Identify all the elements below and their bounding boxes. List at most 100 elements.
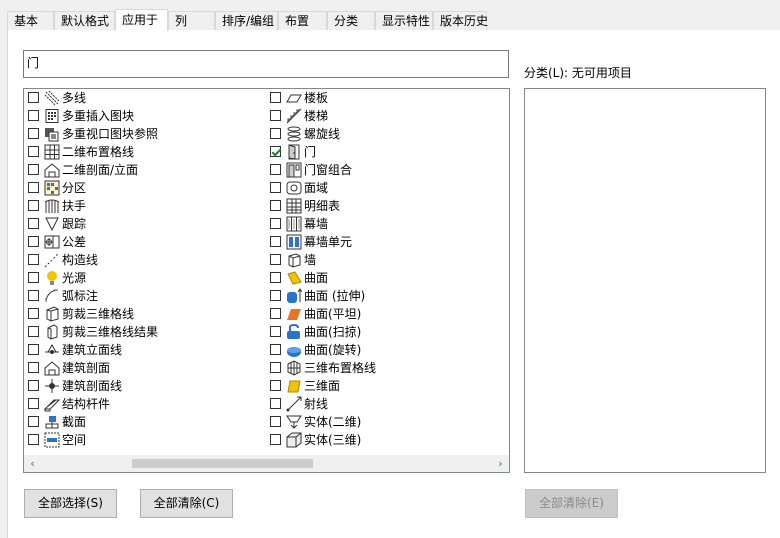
object-filter-input[interactable]: 门 <box>23 50 509 78</box>
object-type-checkbox[interactable] <box>28 398 39 409</box>
tab-default-format[interactable]: 默认格式 <box>54 11 115 30</box>
object-type-row[interactable]: 跟踪 <box>24 215 264 233</box>
object-type-checkbox[interactable] <box>270 272 281 283</box>
object-type-checkbox[interactable] <box>270 164 281 175</box>
object-type-row[interactable]: 构造线 <box>24 251 264 269</box>
object-type-row[interactable]: 结构杆件 <box>24 395 264 413</box>
horizontal-scrollbar[interactable]: ‹ › <box>24 455 509 472</box>
object-type-row[interactable]: 墙 <box>266 251 506 269</box>
clear-all-button[interactable]: 全部清除(C) <box>140 489 233 518</box>
object-type-row[interactable]: 门 <box>266 143 506 161</box>
tab-version-history[interactable]: 版本历史 <box>433 11 488 30</box>
object-type-checkbox[interactable] <box>28 290 39 301</box>
scroll-right-icon[interactable]: › <box>492 455 509 472</box>
tab-columns[interactable]: 列 <box>168 11 215 30</box>
object-type-checkbox[interactable] <box>270 236 281 247</box>
object-type-row[interactable]: 幕墙 <box>266 215 506 233</box>
tab-display-properties[interactable]: 显示特性 <box>375 11 433 30</box>
classification-list[interactable] <box>524 88 766 473</box>
tab-classification[interactable]: 分类 <box>327 11 375 30</box>
object-type-checkbox[interactable] <box>270 92 281 103</box>
object-type-row[interactable]: 空间 <box>24 431 264 449</box>
object-type-checkbox[interactable] <box>28 380 39 391</box>
object-type-row[interactable]: 二维布置格线 <box>24 143 264 161</box>
object-type-checkbox[interactable] <box>270 218 281 229</box>
object-type-checkbox[interactable] <box>270 308 281 319</box>
object-type-row[interactable]: 楼板 <box>266 89 506 107</box>
object-type-checkbox[interactable] <box>28 92 39 103</box>
object-type-row[interactable]: 建筑剖面 <box>24 359 264 377</box>
object-type-checkbox[interactable] <box>28 254 39 265</box>
object-type-checkbox[interactable] <box>270 200 281 211</box>
object-type-checkbox[interactable] <box>28 236 39 247</box>
object-type-row[interactable]: 扶手 <box>24 197 264 215</box>
object-type-checkbox[interactable] <box>28 362 39 373</box>
object-type-checkbox[interactable] <box>28 326 39 337</box>
tolerance-icon <box>44 234 60 250</box>
tab-layout[interactable]: 布置 <box>278 11 327 30</box>
object-type-row[interactable]: 幕墙单元 <box>266 233 506 251</box>
object-type-checkbox[interactable] <box>270 326 281 337</box>
object-type-row[interactable]: 建筑立面线 <box>24 341 264 359</box>
object-type-checkbox[interactable] <box>270 362 281 373</box>
object-type-checkbox[interactable] <box>270 380 281 391</box>
object-type-checkbox[interactable] <box>28 200 39 211</box>
object-type-row[interactable]: 剪裁三维格线结果 <box>24 323 264 341</box>
object-type-row[interactable]: 门窗组合 <box>266 161 506 179</box>
object-type-row[interactable]: 螺旋线 <box>266 125 506 143</box>
object-type-row[interactable]: 多线 <box>24 89 264 107</box>
object-type-checkbox[interactable] <box>270 290 281 301</box>
object-type-checkbox[interactable] <box>28 434 39 445</box>
object-type-checkbox[interactable] <box>270 416 281 427</box>
object-type-row[interactable]: 实体(三维) <box>266 431 506 449</box>
object-type-row[interactable]: 弧标注 <box>24 287 264 305</box>
select-all-button[interactable]: 全部选择(S) <box>24 489 117 518</box>
object-type-row[interactable]: 楼梯 <box>266 107 506 125</box>
tab-sort-group[interactable]: 排序/编组 <box>215 11 278 30</box>
object-type-row[interactable]: 分区 <box>24 179 264 197</box>
object-type-row[interactable]: 三维布置格线 <box>266 359 506 377</box>
object-type-row[interactable]: 剪裁三维格线 <box>24 305 264 323</box>
object-type-row[interactable]: 光源 <box>24 269 264 287</box>
object-type-row[interactable]: 实体(二维) <box>266 413 506 431</box>
object-type-row[interactable]: 曲面(旋转) <box>266 341 506 359</box>
scrollbar-thumb[interactable] <box>132 459 313 468</box>
object-type-row[interactable]: 曲面(扫掠) <box>266 323 506 341</box>
object-type-row[interactable]: 面域 <box>266 179 506 197</box>
object-type-row[interactable]: 多重视口图块参照 <box>24 125 264 143</box>
object-type-row[interactable]: 三维面 <box>266 377 506 395</box>
tab-basic[interactable]: 基本 <box>7 11 54 30</box>
scroll-left-icon[interactable]: ‹ <box>24 455 41 472</box>
object-type-checkbox[interactable] <box>270 146 281 157</box>
object-type-row[interactable]: 二维剖面/立面 <box>24 161 264 179</box>
object-type-checkbox[interactable] <box>270 128 281 139</box>
object-type-list[interactable]: 多线 多重插入图块 多重视口图块参照 二维布置格线 二维剖面/立面 分区 扶手 跟踪 公差 构造线… <box>23 88 510 473</box>
object-type-checkbox[interactable] <box>28 218 39 229</box>
object-type-row[interactable]: 公差 <box>24 233 264 251</box>
object-type-row[interactable]: 明细表 <box>266 197 506 215</box>
tab-applies-to[interactable]: 应用于 <box>115 9 168 31</box>
object-type-row[interactable]: 曲面 (拉伸) <box>266 287 506 305</box>
object-type-checkbox[interactable] <box>270 182 281 193</box>
object-type-checkbox[interactable] <box>28 182 39 193</box>
object-type-row[interactable]: 曲面 <box>266 269 506 287</box>
object-type-checkbox[interactable] <box>270 110 281 121</box>
object-type-row[interactable]: 曲面(平坦) <box>266 305 506 323</box>
object-type-checkbox[interactable] <box>28 146 39 157</box>
object-type-row[interactable]: 截面 <box>24 413 264 431</box>
object-type-checkbox[interactable] <box>28 416 39 427</box>
object-type-checkbox[interactable] <box>270 254 281 265</box>
object-type-checkbox[interactable] <box>270 344 281 355</box>
object-type-checkbox[interactable] <box>28 128 39 139</box>
object-type-checkbox[interactable] <box>28 272 39 283</box>
object-type-checkbox[interactable] <box>28 344 39 355</box>
object-type-row[interactable]: 多重插入图块 <box>24 107 264 125</box>
object-type-row[interactable]: 射线 <box>266 395 506 413</box>
object-type-checkbox[interactable] <box>28 308 39 319</box>
object-type-checkbox[interactable] <box>270 434 281 445</box>
object-type-checkbox[interactable] <box>270 398 281 409</box>
object-type-checkbox[interactable] <box>28 110 39 121</box>
object-type-checkbox[interactable] <box>28 164 39 175</box>
clear-all-classification-button[interactable]: 全部清除(E) <box>525 489 618 518</box>
object-type-row[interactable]: 建筑剖面线 <box>24 377 264 395</box>
